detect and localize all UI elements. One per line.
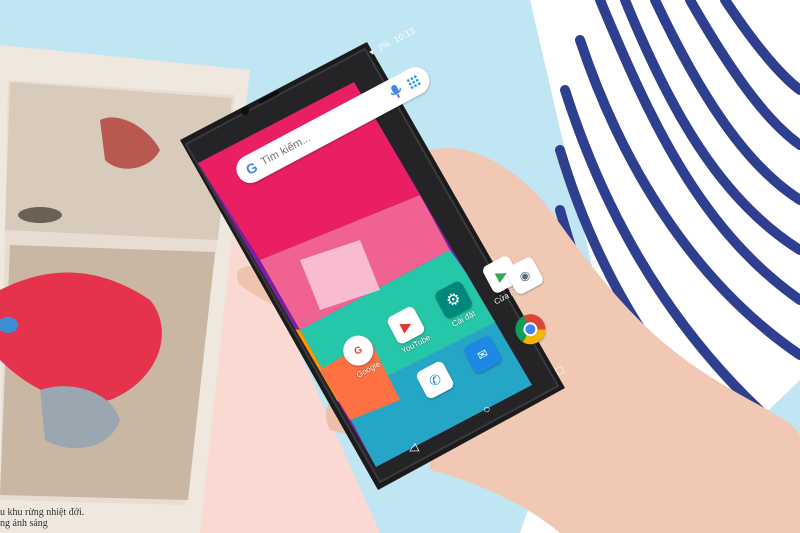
back-icon[interactable]: ◁ — [406, 440, 421, 457]
home-icon[interactable]: ○ — [480, 401, 493, 417]
battery-level: 7% — [376, 38, 393, 54]
recents-icon[interactable]: □ — [553, 362, 566, 378]
app-chrome[interactable] — [504, 306, 557, 353]
phone-icon: ✆ — [414, 359, 456, 401]
app-google[interactable]: G Google — [332, 327, 390, 384]
app-messages[interactable]: ✉ — [456, 331, 509, 378]
apps-grid-icon[interactable] — [406, 74, 422, 90]
app-youtube[interactable]: ▶ YouTube — [379, 302, 437, 359]
magazine-caption: u khu rừng nhiệt đới. ng ánh sáng — [0, 507, 84, 529]
google-logo-icon: G — [243, 158, 261, 178]
app-settings[interactable]: ⚙ Cài đặt — [427, 276, 485, 333]
messages-icon: ✉ — [462, 334, 503, 375]
chrome-icon — [510, 308, 551, 350]
app-phone[interactable]: ✆ — [409, 356, 462, 403]
wifi-icon: ▾ — [367, 46, 377, 58]
magazine-caption-line: ng ánh sáng — [0, 518, 48, 529]
magazine-caption-line: u khu rừng nhiệt đới. — [0, 507, 85, 518]
